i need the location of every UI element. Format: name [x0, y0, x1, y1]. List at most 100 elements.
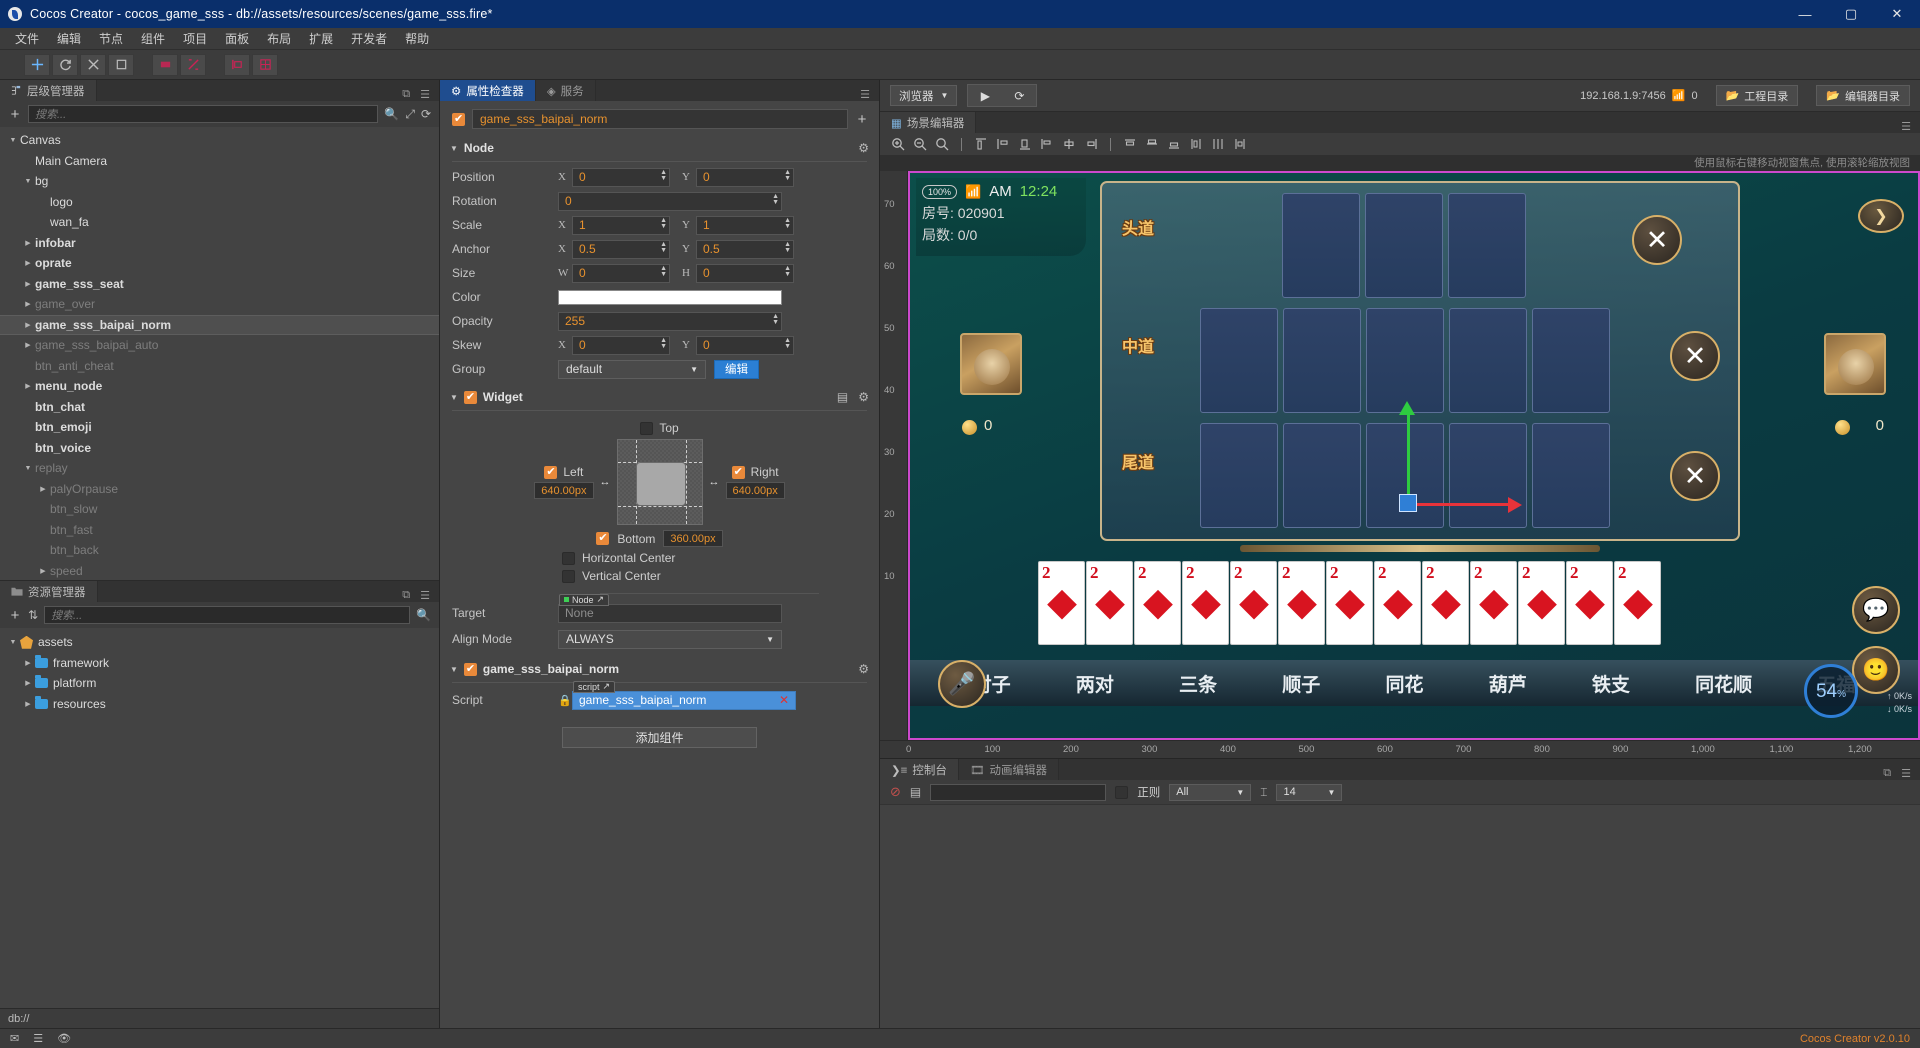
stepper-icon[interactable]: ▲ ▼	[784, 265, 791, 278]
hierarchy-node-wan-fa[interactable]: ▶wan_fa	[0, 212, 439, 233]
opacity-input[interactable]: 255 ▲ ▼	[558, 311, 782, 331]
menu-item-developer[interactable]: 开发者	[342, 28, 396, 49]
slot-head-2[interactable]	[1365, 193, 1443, 298]
playing-card[interactable]: 2	[1278, 561, 1325, 645]
coordinate-space-icon[interactable]	[180, 53, 206, 76]
expand-icon[interactable]: ⤢	[405, 107, 415, 122]
hierarchy-node-game-sss-baipai-norm[interactable]: ▶ game_sss_baipai_norm	[0, 314, 439, 335]
chevron-down-icon[interactable]: ▼	[21, 465, 35, 472]
slot-mid-3[interactable]	[1366, 308, 1444, 413]
scale-x-input[interactable]: 1 ▲ ▼	[572, 215, 670, 235]
hierarchy-node-btn-back[interactable]: ▶btn_back	[0, 540, 439, 561]
playing-card[interactable]: 2	[1422, 561, 1469, 645]
hierarchy-node-btn-chat[interactable]: ▶btn_chat	[0, 397, 439, 418]
distribute-top-icon[interactable]	[1120, 135, 1140, 153]
add-component-button[interactable]: 添加组件	[562, 727, 757, 748]
add-node-button[interactable]: +	[8, 106, 22, 123]
widget-vcenter-checkbox[interactable]	[562, 569, 575, 583]
voice-button[interactable]: 🎤	[938, 660, 986, 708]
panel-menu-icon[interactable]: ☰	[420, 88, 430, 101]
asset-node-assets[interactable]: ▼ assets	[0, 632, 439, 653]
widget-hcenter-checkbox[interactable]	[562, 551, 575, 565]
hierarchy-node-Canvas[interactable]: ▼ Canvas	[0, 130, 439, 151]
menu-item-panel[interactable]: 面板	[216, 28, 258, 49]
open-editor-dir-button[interactable]: 📂 编辑器目录	[1816, 85, 1910, 106]
distribute-bottom-icon[interactable]	[1164, 135, 1184, 153]
play-button[interactable]: ▶	[968, 85, 1002, 106]
gizmo-y-axis[interactable]	[1407, 413, 1410, 503]
tab-assets[interactable]: 资源管理器	[0, 581, 98, 602]
align-left-edges-icon[interactable]	[971, 135, 991, 153]
gear-icon[interactable]: ⚙	[858, 141, 869, 155]
emoji-button[interactable]: 🙂	[1852, 646, 1900, 694]
playing-card[interactable]: 2	[1374, 561, 1421, 645]
zoom-out-icon[interactable]	[910, 135, 930, 153]
hierarchy-search-input[interactable]: 搜索...	[28, 105, 379, 123]
console-filter-input[interactable]	[930, 783, 1107, 801]
scale-tool-icon[interactable]	[80, 53, 106, 76]
slot-mid-1[interactable]	[1200, 308, 1278, 413]
menu-item-node[interactable]: 节点	[90, 28, 132, 49]
hierarchy-node-game-sss-seat[interactable]: ▶ game_sss_seat	[0, 274, 439, 295]
hierarchy-node-btn-anti-cheat[interactable]: ▶btn_anti_cheat	[0, 356, 439, 377]
script-enabled-checkbox[interactable]	[463, 662, 477, 676]
hierarchy-node-game-sss-baipai-auto[interactable]: ▶ game_sss_baipai_auto	[0, 335, 439, 356]
slot-tail-2[interactable]	[1283, 423, 1361, 528]
playing-card[interactable]: 2	[1230, 561, 1277, 645]
hierarchy-node-btn-voice[interactable]: ▶btn_voice	[0, 438, 439, 459]
chevron-right-icon[interactable]: ▶	[21, 679, 35, 687]
hierarchy-node-btn-slow[interactable]: ▶btn_slow	[0, 499, 439, 520]
widget-target-input[interactable]: Node ↗ None	[558, 593, 782, 623]
align-mode-select[interactable]: ALWAYS ▼	[558, 629, 782, 649]
log-level-select[interactable]: All ▼	[1169, 783, 1252, 801]
align-top-icon[interactable]	[1037, 135, 1057, 153]
tab-services[interactable]: ◈ 服务	[535, 80, 596, 101]
skew-x-input[interactable]: 0 ▲ ▼	[572, 335, 670, 355]
zoom-in-icon[interactable]	[888, 135, 908, 153]
chevron-right-icon[interactable]: ▶	[21, 700, 35, 708]
align-hcenter-icon[interactable]	[993, 135, 1013, 153]
node-name-input[interactable]: game_sss_baipai_norm	[472, 109, 848, 129]
stepper-icon[interactable]: ▲ ▼	[660, 169, 667, 182]
stepper-icon[interactable]: ▲ ▼	[660, 337, 667, 350]
distribute-left-icon[interactable]	[1186, 135, 1206, 153]
open-log-file-icon[interactable]: ▤	[910, 785, 921, 799]
maximize-button[interactable]: ▢	[1828, 0, 1874, 28]
widget-section-header[interactable]: ▼ Widget ▤ ⚙	[440, 386, 879, 408]
stepper-icon[interactable]: ▲ ▼	[784, 241, 791, 254]
move-tool-icon[interactable]	[24, 53, 50, 76]
slot-head-1[interactable]	[1282, 193, 1360, 298]
hierarchy-node-menu-node[interactable]: ▶ menu_node	[0, 376, 439, 397]
widget-enabled-checkbox[interactable]	[463, 390, 477, 404]
rotation-input[interactable]: 0 ▲ ▼	[558, 191, 782, 211]
distribute-middle-icon[interactable]	[1142, 135, 1162, 153]
hierarchy-node-oprate[interactable]: ▶ oprate	[0, 253, 439, 274]
align-right-edges-icon[interactable]	[1015, 135, 1035, 153]
preview-target-select[interactable]: 浏览器 ▼	[890, 85, 958, 106]
chevron-down-icon[interactable]: ▼	[6, 639, 20, 646]
gear-icon[interactable]: ⚙	[858, 390, 869, 404]
anchor-y-input[interactable]: 0.5 ▲ ▼	[696, 239, 794, 259]
close-button[interactable]: ✕	[1874, 0, 1920, 28]
chevron-right-icon[interactable]: ▶	[36, 485, 50, 493]
tab-scene-editor[interactable]: ▦ 场景编辑器	[880, 112, 977, 133]
chevron-right-icon[interactable]: ▶	[21, 239, 35, 247]
close-lane-middle-button[interactable]: ✕	[1670, 331, 1720, 381]
panel-menu-icon[interactable]: ☰	[1901, 767, 1911, 780]
clear-script-button[interactable]: ✕	[779, 693, 789, 707]
align-bottom-icon[interactable]	[1081, 135, 1101, 153]
regex-checkbox[interactable]	[1115, 785, 1129, 799]
menu-item-file[interactable]: 文件	[6, 28, 48, 49]
script-asset-field[interactable]: script ↗ game_sss_baipai_norm ✕	[572, 680, 796, 710]
node-enabled-checkbox[interactable]	[452, 112, 465, 126]
stepper-icon[interactable]: ▲ ▼	[784, 217, 791, 230]
anchor-x-input[interactable]: 0.5 ▲ ▼	[572, 239, 670, 259]
hierarchy-node-logo[interactable]: ▶logo	[0, 192, 439, 213]
help-icon[interactable]: ▤	[837, 390, 848, 404]
tab-inspector[interactable]: ⚙ 属性检查器	[440, 80, 536, 101]
chevron-right-icon[interactable]: ▶	[21, 321, 35, 329]
widget-top-checkbox[interactable]	[640, 421, 654, 435]
reload-button[interactable]: ⟳	[1002, 85, 1036, 106]
rotate-tool-icon[interactable]	[52, 53, 78, 76]
playing-card[interactable]: 2	[1038, 561, 1085, 645]
